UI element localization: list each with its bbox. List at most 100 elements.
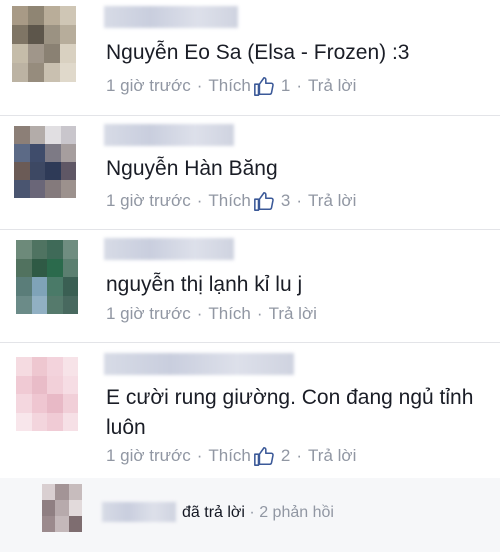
- comment-feed: Nguyễn Eo Sa (Elsa - Frozen) :3 1 giờ tr…: [0, 0, 500, 552]
- separator-dot: ·: [296, 76, 303, 95]
- avatar-pixel: [28, 44, 44, 63]
- avatar-pixel: [55, 516, 69, 532]
- avatar-pixel: [47, 295, 63, 314]
- avatar-pixel: [14, 180, 30, 198]
- avatar-pixel: [44, 63, 60, 82]
- like-count[interactable]: 3: [281, 191, 290, 211]
- separator-dot: ·: [249, 504, 260, 521]
- commenter-name-blurred[interactable]: [104, 124, 234, 146]
- avatar-pixel: [55, 500, 69, 516]
- avatar-pixel: [31, 412, 47, 431]
- avatar-pixel: [12, 6, 28, 25]
- commenter-avatar[interactable]: [16, 240, 78, 314]
- avatar-pixel: [68, 516, 82, 532]
- comment-text: Nguyễn Eo Sa (Elsa - Frozen) :3: [106, 41, 410, 64]
- commenter-name-blurred[interactable]: [104, 353, 294, 375]
- reply-link[interactable]: Trả lời: [308, 191, 356, 211]
- avatar-pixel: [31, 277, 47, 296]
- avatar-pixel: [28, 25, 44, 44]
- separator-dot: ·: [296, 446, 303, 465]
- avatar-pixel: [62, 412, 78, 431]
- avatar-pixel: [16, 394, 32, 413]
- reply-link[interactable]: Trả lời: [308, 76, 356, 96]
- avatar-pixel: [44, 6, 60, 25]
- avatar-pixel: [42, 484, 56, 500]
- replier-name-blurred[interactable]: [102, 502, 176, 522]
- avatar-pixel: [47, 394, 63, 413]
- avatar-pixel: [62, 240, 78, 259]
- avatar-pixel: [45, 144, 61, 162]
- avatar-pixel: [29, 126, 45, 144]
- avatar-pixel: [68, 500, 82, 516]
- reply-count[interactable]: 2 phản hồi: [259, 504, 334, 521]
- thumbs-up-icon[interactable]: [253, 75, 275, 97]
- avatar-pixel: [16, 295, 32, 314]
- comment-timestamp[interactable]: 1 giờ trước: [106, 191, 191, 211]
- avatar-pixel: [62, 357, 78, 376]
- replies-summary[interactable]: đã trả lời · 2 phản hồi: [0, 478, 500, 552]
- like-link[interactable]: Thích: [208, 191, 251, 211]
- separator-dot: ·: [196, 304, 203, 323]
- avatar-pixel: [47, 240, 63, 259]
- reply-link[interactable]: Trả lời: [269, 304, 317, 324]
- comment-timestamp[interactable]: 1 giờ trước: [106, 76, 191, 96]
- avatar-pixel: [47, 277, 63, 296]
- comment-meta: 1 giờ trước · Thích 1 · Trả lời: [106, 75, 356, 97]
- comment-text: nguyễn thị lạnh kỉ lu j: [106, 273, 303, 296]
- avatar-pixel: [14, 144, 30, 162]
- commenter-name-blurred[interactable]: [104, 238, 234, 260]
- avatar-pixel: [60, 44, 76, 63]
- avatar-pixel: [47, 258, 63, 277]
- like-count[interactable]: 2: [281, 446, 290, 466]
- avatar-pixel: [16, 357, 32, 376]
- comment-meta: 1 giờ trước · Thích 3 · Trả lời: [106, 190, 356, 212]
- avatar-pixel: [47, 412, 63, 431]
- avatar-pixel: [28, 6, 44, 25]
- thumbs-up-icon[interactable]: [253, 190, 275, 212]
- avatar-pixel: [60, 6, 76, 25]
- comment-timestamp[interactable]: 1 giờ trước: [106, 446, 191, 466]
- replied-label: đã trả lời: [182, 504, 245, 521]
- commenter-avatar[interactable]: [12, 6, 76, 82]
- avatar-pixel: [31, 258, 47, 277]
- comment-meta: 1 giờ trước · Thích 2 · Trả lời: [106, 445, 356, 467]
- avatar-pixel: [60, 126, 76, 144]
- reply-summary-text[interactable]: đã trả lời · 2 phản hồi: [182, 504, 334, 522]
- separator-dot: ·: [196, 446, 203, 465]
- avatar-pixel: [16, 240, 32, 259]
- commenter-avatar[interactable]: [14, 126, 76, 198]
- thumbs-up-icon[interactable]: [253, 445, 275, 467]
- avatar-pixel: [31, 375, 47, 394]
- like-link[interactable]: Thích: [208, 76, 251, 96]
- avatar-pixel: [31, 295, 47, 314]
- avatar-pixel: [47, 375, 63, 394]
- avatar-pixel: [62, 295, 78, 314]
- avatar-pixel: [16, 258, 32, 277]
- avatar-pixel: [29, 144, 45, 162]
- like-link[interactable]: Thích: [208, 304, 251, 324]
- comment-item: E cười rung giường. Con đang ngủ tỉnh lu…: [0, 343, 500, 475]
- avatar-pixel: [45, 162, 61, 180]
- avatar-pixel: [12, 44, 28, 63]
- like-count[interactable]: 1: [281, 76, 290, 96]
- avatar-pixel: [44, 44, 60, 63]
- avatar-pixel: [12, 25, 28, 44]
- comment-item: Nguyễn Eo Sa (Elsa - Frozen) :3 1 giờ tr…: [0, 0, 500, 115]
- avatar-pixel: [47, 357, 63, 376]
- avatar-pixel: [31, 240, 47, 259]
- avatar-pixel: [60, 63, 76, 82]
- commenter-name-blurred[interactable]: [104, 6, 238, 28]
- avatar-pixel: [68, 484, 82, 500]
- reply-link[interactable]: Trả lời: [308, 446, 356, 466]
- avatar-pixel: [28, 63, 44, 82]
- like-link[interactable]: Thích: [208, 446, 251, 466]
- commenter-avatar[interactable]: [16, 357, 78, 431]
- avatar-pixel: [60, 25, 76, 44]
- avatar-pixel: [29, 180, 45, 198]
- replier-avatar[interactable]: [42, 484, 82, 532]
- avatar-pixel: [45, 180, 61, 198]
- comment-timestamp[interactable]: 1 giờ trước: [106, 304, 191, 324]
- avatar-pixel: [16, 412, 32, 431]
- avatar-pixel: [29, 162, 45, 180]
- separator-dot: ·: [196, 191, 203, 210]
